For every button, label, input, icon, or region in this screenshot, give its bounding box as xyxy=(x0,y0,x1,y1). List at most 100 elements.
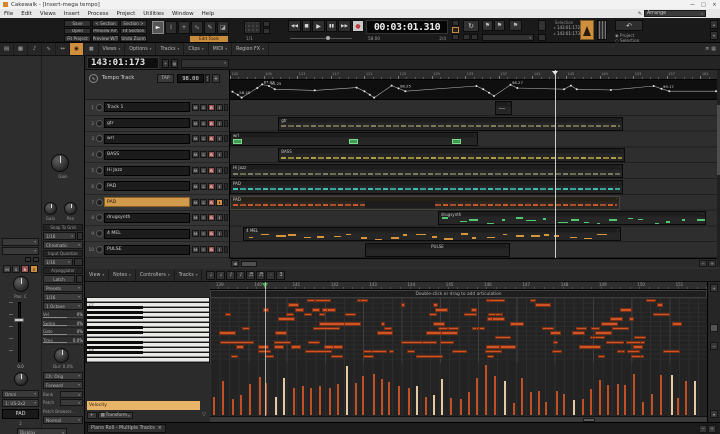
snap-magnet-button[interactable] xyxy=(77,232,83,240)
midi-note[interactable] xyxy=(377,331,393,335)
prv-menu-view[interactable]: View▾ xyxy=(85,269,109,281)
velocity-bar[interactable] xyxy=(408,388,410,415)
strip-pan-knob[interactable] xyxy=(13,276,29,292)
marker-dropdown[interactable]: ▾ xyxy=(181,59,229,68)
velocity-bar[interactable] xyxy=(450,398,452,415)
vertical-scrollbar[interactable]: + − ▾ xyxy=(707,282,720,422)
mute-button[interactable]: M xyxy=(192,151,199,158)
normal-select[interactable]: Normal▾ xyxy=(43,416,83,424)
play-button[interactable]: ▶ xyxy=(312,20,325,32)
velocity-bar[interactable] xyxy=(521,378,523,415)
track-row-gtr[interactable]: 2gtrMSRI xyxy=(85,116,229,132)
midi-note[interactable] xyxy=(657,303,662,307)
solo-button[interactable]: S xyxy=(200,199,207,206)
menu-process[interactable]: Process xyxy=(84,9,113,18)
time-mode-button[interactable] xyxy=(452,20,459,26)
velocity-bar[interactable] xyxy=(362,376,364,415)
solo-button[interactable]: S xyxy=(200,151,207,158)
toolbar-save[interactable]: Save xyxy=(64,20,91,27)
now-time-display[interactable]: 143:01:173 xyxy=(87,57,159,69)
midi-note[interactable] xyxy=(438,327,448,331)
midi-note[interactable] xyxy=(572,331,585,335)
clip-fx-icon[interactable]: ◦ xyxy=(615,196,617,201)
midi-note[interactable] xyxy=(401,303,406,307)
arm-button[interactable]: R xyxy=(208,135,215,142)
menu-insert[interactable]: Insert xyxy=(60,9,84,18)
velocity-bar[interactable] xyxy=(590,389,592,415)
velocity-bar[interactable] xyxy=(545,402,547,415)
toolbar-open[interactable]: Open xyxy=(64,28,91,35)
clip-pulse[interactable]: PULSE◦ xyxy=(365,243,510,257)
stop-button[interactable]: ■ xyxy=(302,20,311,32)
midi-note[interactable] xyxy=(319,313,325,317)
midi-note[interactable] xyxy=(495,336,511,340)
velocity-bar[interactable] xyxy=(468,392,470,415)
display-menu-button[interactable]: Display▾ xyxy=(17,428,67,434)
midi-note[interactable] xyxy=(333,345,343,349)
rewind-button[interactable]: ◀◀ xyxy=(288,20,301,32)
clip-gtr[interactable]: gtr◦ xyxy=(278,117,623,131)
lane-toggle[interactable] xyxy=(224,214,228,221)
solo-button[interactable]: S xyxy=(200,183,207,190)
strip-trim-knob[interactable] xyxy=(14,372,28,386)
lane-toggle[interactable] xyxy=(224,246,228,253)
midi-note[interactable] xyxy=(274,341,291,345)
midi-note[interactable] xyxy=(291,345,301,349)
velocity-bar[interactable] xyxy=(633,374,635,416)
pan-knob-2[interactable] xyxy=(64,202,77,215)
input-echo-button[interactable]: I xyxy=(216,135,223,142)
horizontal-scrollbar[interactable]: ◀ − + xyxy=(230,258,717,267)
track-row-track-1[interactable]: 1Track 1MSRI xyxy=(85,100,229,116)
mute-button[interactable]: M xyxy=(192,135,199,142)
clip-fx-icon[interactable]: ◦ xyxy=(701,211,703,216)
add-tempo-button[interactable]: + xyxy=(212,74,220,83)
menu-edit[interactable]: Edit xyxy=(17,9,36,18)
note-icon[interactable]: ♪ xyxy=(28,43,42,55)
solo-button[interactable]: S xyxy=(200,120,207,127)
midi-note[interactable] xyxy=(452,350,468,354)
velocity-bar[interactable] xyxy=(694,381,696,415)
velocity-bar[interactable] xyxy=(677,398,679,415)
midi-note[interactable] xyxy=(286,313,293,317)
midi-note[interactable] xyxy=(242,327,250,331)
select-tool-icon[interactable]: I xyxy=(165,21,177,34)
midi-note[interactable] xyxy=(550,331,561,335)
midi-note[interactable] xyxy=(274,345,285,349)
velocity-bar[interactable] xyxy=(582,399,584,415)
solo-button[interactable]: S xyxy=(200,104,207,111)
strip-mini-2[interactable] xyxy=(33,257,39,262)
tap-tempo-button[interactable]: TAP xyxy=(157,74,174,83)
strip-mute-button[interactable]: M xyxy=(3,265,11,273)
toolbar-undo-zoom[interactable]: Undo Zoom xyxy=(120,35,147,42)
toolbar-collapse-up[interactable]: ▴ xyxy=(710,20,718,29)
midi-note[interactable] xyxy=(612,327,630,331)
tempo-envelope-lane[interactable]: 58.2587.0395.2598.2598.2799.17 xyxy=(230,80,717,100)
midi-note[interactable] xyxy=(610,317,623,321)
midi-note[interactable] xyxy=(345,313,356,317)
midi-note[interactable] xyxy=(627,350,640,354)
midi-note[interactable] xyxy=(331,355,343,359)
now-plus-button[interactable]: + xyxy=(162,59,169,68)
toolbar-preview-w-t[interactable]: Preview W/T xyxy=(92,35,119,42)
timing-tool-icon[interactable]: ∿ xyxy=(191,21,203,34)
midi-note[interactable] xyxy=(653,313,670,317)
prv-menu-notes[interactable]: Notes▾ xyxy=(109,269,136,281)
clip-drugsynth[interactable]: drugsynth◦ xyxy=(438,211,706,225)
velocity-lane-label[interactable]: Velocity xyxy=(87,401,200,410)
arp-channel-select[interactable]: Ch: Orig▾ xyxy=(43,372,83,380)
piano-key-black[interactable] xyxy=(87,341,143,344)
midi-note[interactable] xyxy=(485,350,503,354)
midi-note[interactable] xyxy=(535,303,551,307)
velocity-bar[interactable] xyxy=(302,386,304,415)
velocity-bar[interactable] xyxy=(259,377,261,415)
tempo-envelope[interactable]: 58.2587.0395.2598.2598.2799.17 xyxy=(230,80,717,100)
midi-note[interactable] xyxy=(360,299,368,303)
velocity-bar[interactable] xyxy=(530,392,532,415)
track-name[interactable]: Hi Jazz xyxy=(104,166,190,176)
menu-views[interactable]: Views xyxy=(36,9,60,18)
metronome-button[interactable] xyxy=(580,20,594,40)
timeline-ruler[interactable]: 1051091131171211251291331371411451491531… xyxy=(230,70,717,80)
gain-knob[interactable] xyxy=(51,154,69,172)
velocity-bar[interactable] xyxy=(293,388,295,415)
midi-note[interactable] xyxy=(633,345,643,349)
